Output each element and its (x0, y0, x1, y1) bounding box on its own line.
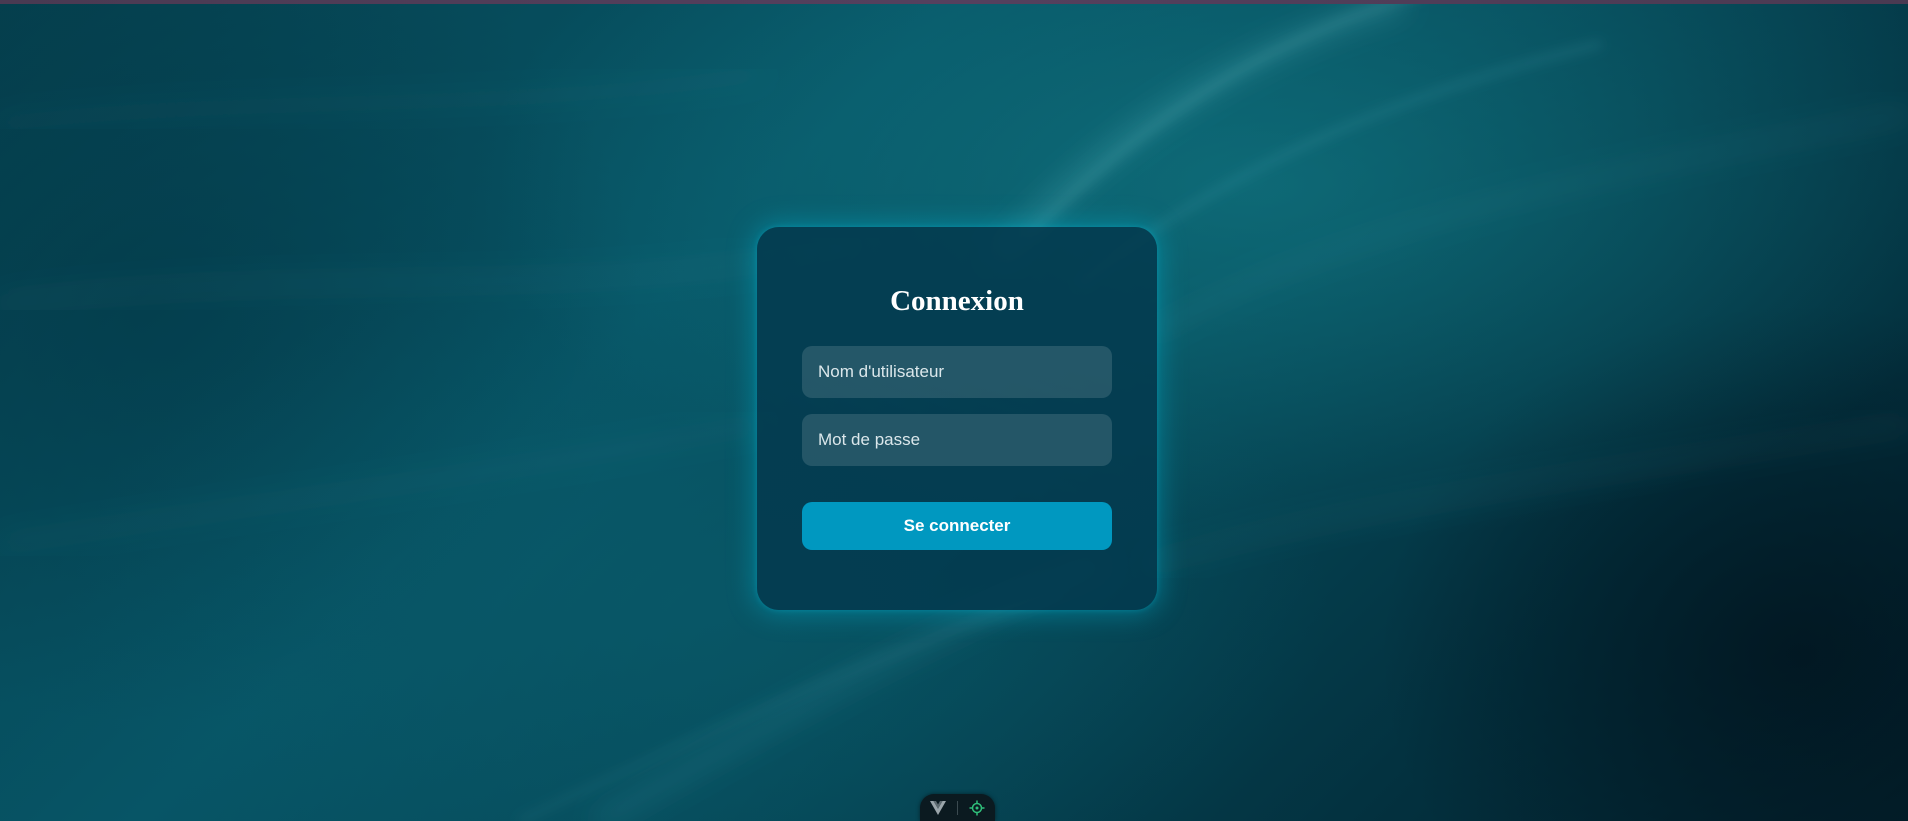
login-card: Connexion Se connecter (757, 227, 1157, 610)
dev-toolbar (920, 794, 995, 821)
password-input[interactable] (802, 414, 1112, 466)
login-button[interactable]: Se connecter (802, 502, 1112, 550)
inspect-target-icon[interactable] (966, 798, 988, 818)
username-input[interactable] (802, 346, 1112, 398)
toolbar-divider (957, 800, 958, 815)
login-title: Connexion (890, 285, 1024, 317)
vue-logo-icon[interactable] (927, 798, 949, 818)
